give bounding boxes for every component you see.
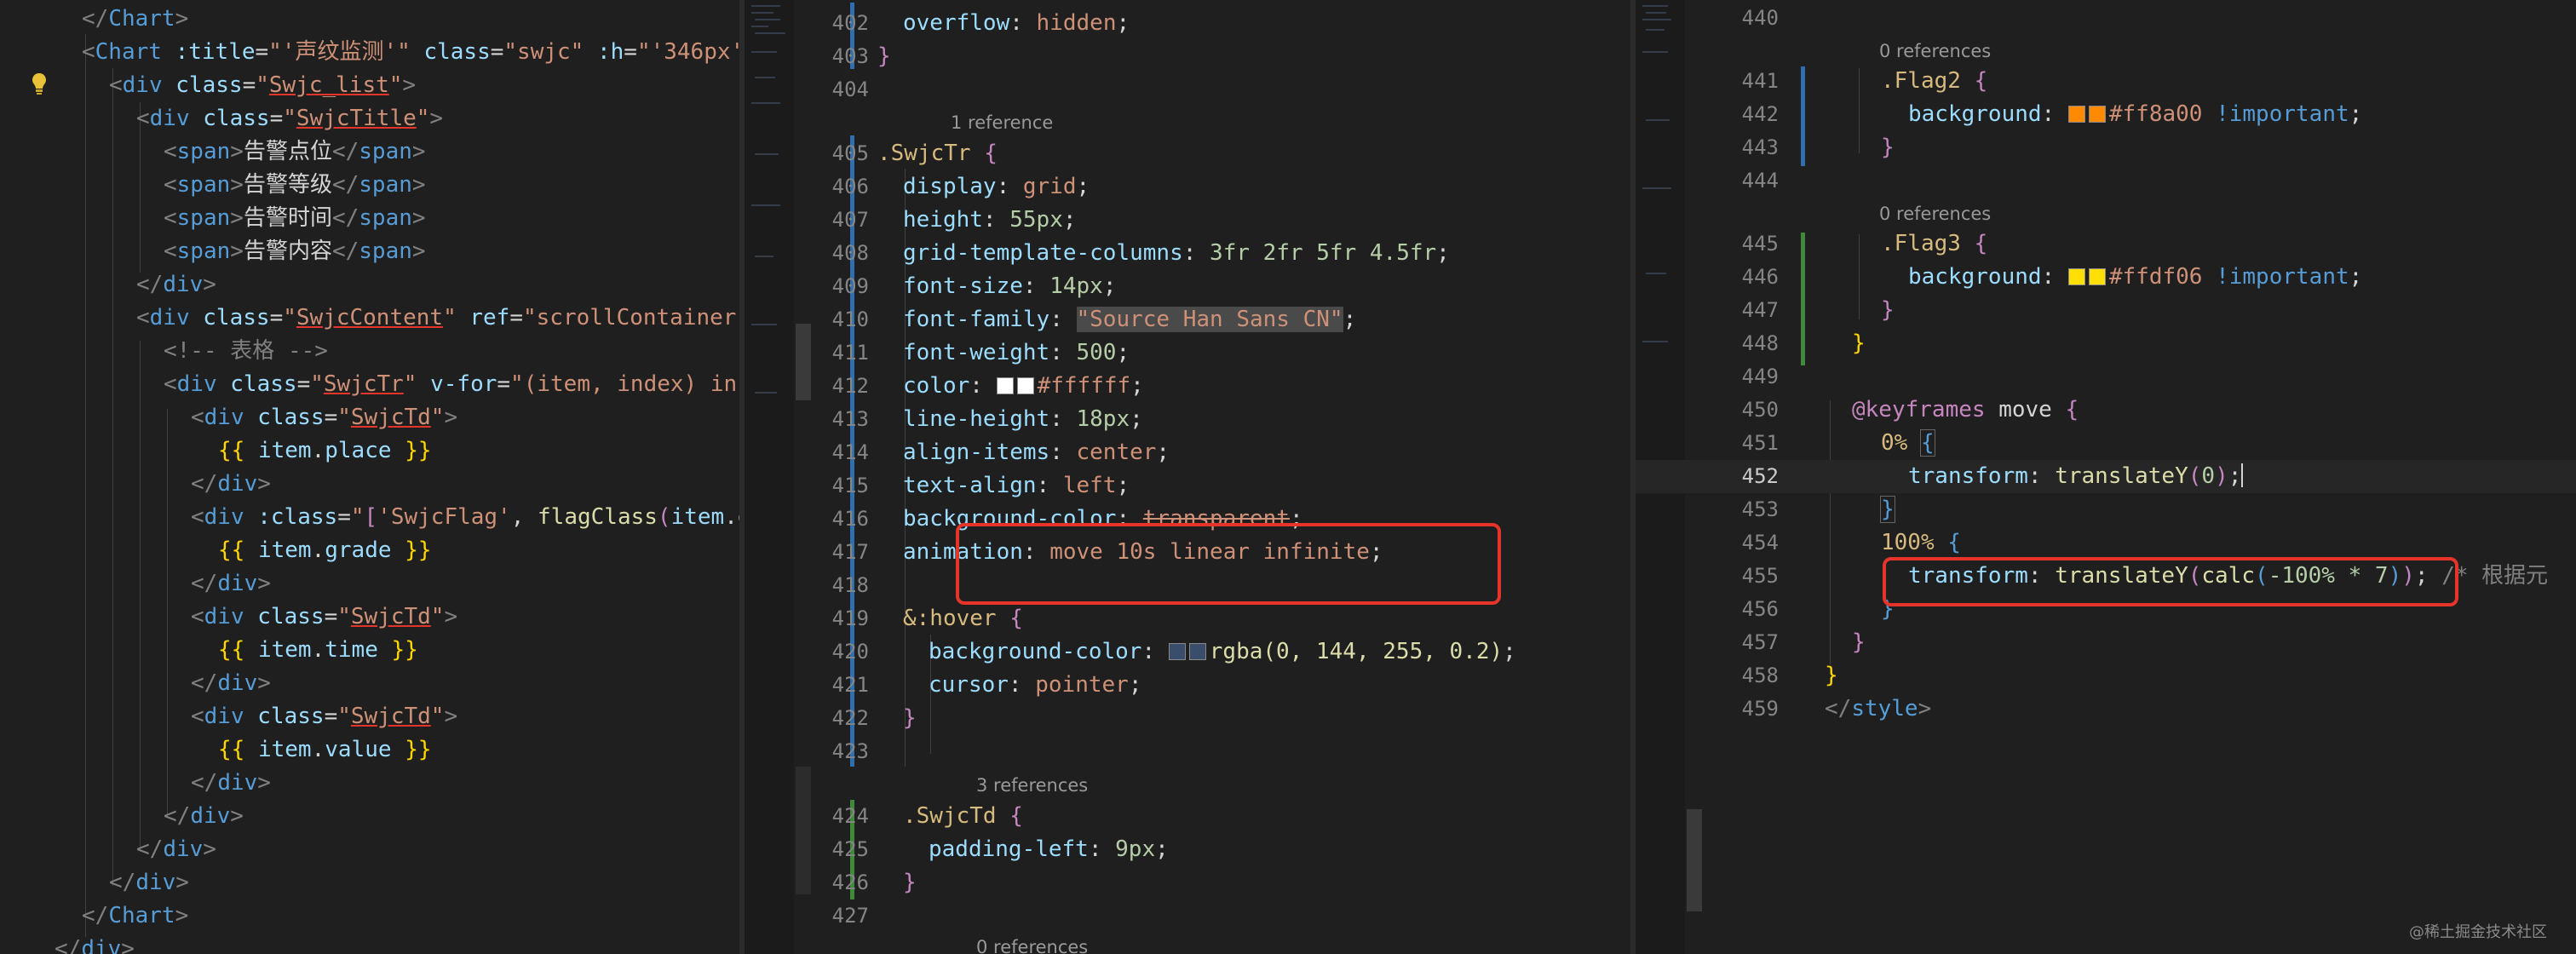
code-line[interactable]: <div class="SwjcTd"> xyxy=(0,401,739,434)
watermark: @稀土掘金技术社区 xyxy=(2409,923,2547,941)
code-line[interactable]: </div> xyxy=(0,567,739,601)
code-line[interactable]: {{ item.value }} xyxy=(0,733,739,767)
code-line[interactable]: 425 padding-left: 9px; xyxy=(745,833,1630,866)
code-line[interactable]: 420 background-color: rgba(0, 144, 255, 0… xyxy=(745,635,1630,669)
codelens-references[interactable]: 1 reference xyxy=(951,107,1053,138)
code-line[interactable]: 405 .SwjcTr { xyxy=(745,137,1630,170)
code-line[interactable]: <span>告警时间</span> xyxy=(0,202,739,235)
code-line[interactable]: 441 .Flag2 { xyxy=(1636,65,2576,98)
text-cursor xyxy=(2241,463,2244,487)
code-line[interactable]: <span>告警点位</span> xyxy=(0,135,739,169)
code-line[interactable]: 419 &:hover { xyxy=(745,602,1630,635)
code-line[interactable]: 410 font-family: "Source Han Sans CN"; xyxy=(745,303,1630,336)
codelens-references[interactable]: 0 references xyxy=(1879,198,1991,229)
code-line[interactable]: 451 0% { xyxy=(1636,427,2576,460)
code-line[interactable]: 409 font-size: 14px; xyxy=(745,270,1630,303)
code-line[interactable]: 444 xyxy=(1636,164,2576,198)
code-line[interactable]: 404 xyxy=(745,73,1630,106)
code-line[interactable]: 421 cursor: pointer; xyxy=(745,669,1630,702)
color-swatch[interactable] xyxy=(2067,106,2085,123)
code-line[interactable]: 411 font-weight: 500; xyxy=(745,336,1630,370)
code-line[interactable]: <div class="SwjcTd"> xyxy=(0,700,739,733)
code-line[interactable]: 407 height: 55px; xyxy=(745,204,1630,237)
code-line[interactable]: 424 .SwjcTd { xyxy=(745,800,1630,833)
code-line[interactable]: 406 display: grid; xyxy=(745,170,1630,204)
code-line[interactable]: 408 grid-template-columns: 3fr 2fr 5fr 4.… xyxy=(745,237,1630,270)
code-line[interactable]: </div> xyxy=(0,667,739,700)
code-line[interactable]: 413 line-height: 18px; xyxy=(745,403,1630,436)
code-line[interactable]: 447} xyxy=(1636,294,2576,327)
highlight-box xyxy=(1883,557,2458,606)
code-line[interactable]: <div class="Swjc_list"> xyxy=(0,69,739,102)
code-line[interactable]: 445 .Flag3 { xyxy=(1636,227,2576,261)
code-line[interactable]: <div class="SwjcTitle"> xyxy=(0,102,739,135)
code-line[interactable]: 423 xyxy=(745,735,1630,768)
code-line[interactable]: 402 overflow: hidden; xyxy=(745,7,1630,40)
code-line[interactable]: 440 xyxy=(1636,2,2576,35)
code-line[interactable]: 449 xyxy=(1636,360,2576,394)
code-line[interactable]: 443} xyxy=(1636,131,2576,164)
code-line[interactable]: <div class="SwjcContent" ref="scrollCont… xyxy=(0,302,739,335)
color-swatch[interactable] xyxy=(2088,106,2106,123)
code-line[interactable]: </div> xyxy=(0,767,739,800)
code-line[interactable]: 454 100% { xyxy=(1636,526,2576,560)
codelens-references[interactable]: 0 references xyxy=(1879,36,1991,66)
code-line[interactable]: 403} xyxy=(745,40,1630,73)
code-line[interactable]: </div> xyxy=(0,268,739,302)
code-line[interactable]: 450 @keyframes move { xyxy=(1636,394,2576,427)
code-line[interactable]: </Chart> xyxy=(0,3,739,36)
code-line[interactable]: 453} xyxy=(1636,493,2576,526)
code-line[interactable]: </div> xyxy=(0,833,739,866)
editor-pane-right[interactable]: 440 0 references 441 .Flag2 { 442 backgrou… xyxy=(1636,0,2576,954)
codelens-references[interactable]: 3 references xyxy=(976,770,1088,801)
code-line[interactable]: 414 align-items: center; xyxy=(745,436,1630,469)
code-line[interactable]: {{ item.time }} xyxy=(0,634,739,667)
code-line[interactable]: </Chart> xyxy=(0,899,739,933)
code-line[interactable]: </div> xyxy=(0,933,739,954)
code-line-current[interactable]: 452 transform: translateY(0); xyxy=(1636,460,2576,493)
highlight-box xyxy=(956,523,1501,605)
color-swatch[interactable] xyxy=(1016,377,1034,394)
code-line[interactable]: 427 xyxy=(745,899,1630,933)
scrollbar-thumb[interactable] xyxy=(1687,809,1702,911)
code-line[interactable]: 457} xyxy=(1636,626,2576,659)
code-line[interactable]: <span>告警内容</span> xyxy=(0,235,739,268)
code-line[interactable]: <Chart :title="'声纹监测'" class="swjc" :h="… xyxy=(0,36,739,69)
code-line[interactable]: </div> xyxy=(0,800,739,833)
code-line[interactable]: 459 </style> xyxy=(1636,693,2576,726)
code-line[interactable]: </div> xyxy=(0,468,739,501)
code-line[interactable]: </div> xyxy=(0,866,739,899)
code-line[interactable]: <div class="SwjcTr" v-for="(item, index)… xyxy=(0,368,739,401)
code-line[interactable]: <div :class="['SwjcFlag', flagClass(item… xyxy=(0,501,739,534)
code-line[interactable]: <span>告警等级</span> xyxy=(0,169,739,202)
color-swatch[interactable] xyxy=(2067,268,2085,285)
code-line[interactable]: <div class="SwjcTd"> xyxy=(0,601,739,634)
code-line[interactable]: {{ item.place }} xyxy=(0,434,739,468)
code-line[interactable]: 442 background: #ff8a00 !important; xyxy=(1636,98,2576,131)
color-swatch[interactable] xyxy=(1188,643,1206,660)
code-line[interactable]: 422} xyxy=(745,702,1630,735)
code-line[interactable]: 412 color: #ffffff; xyxy=(745,370,1630,403)
color-swatch[interactable] xyxy=(996,377,1014,394)
color-swatch[interactable] xyxy=(2088,268,2106,285)
code-line[interactable]: 446 background: #ffdf06 !important; xyxy=(1636,261,2576,294)
code-line[interactable]: 415 text-align: left; xyxy=(745,469,1630,503)
editor-pane-middle[interactable]: 402 overflow: hidden; 403} 404 1 referenc… xyxy=(745,0,1630,954)
editor-pane-left[interactable]: </Chart> <Chart :title="'声纹监测'" class="s… xyxy=(0,0,739,954)
codelens-references[interactable]: 0 references xyxy=(976,932,1088,954)
code-line[interactable]: 448} xyxy=(1636,327,2576,360)
color-swatch[interactable] xyxy=(1168,643,1186,660)
code-line[interactable]: {{ item.grade }} xyxy=(0,534,739,567)
code-line[interactable]: 458} xyxy=(1636,659,2576,693)
code-line[interactable]: 426} xyxy=(745,866,1630,899)
code-line[interactable]: <!-- 表格 --> xyxy=(0,335,739,368)
